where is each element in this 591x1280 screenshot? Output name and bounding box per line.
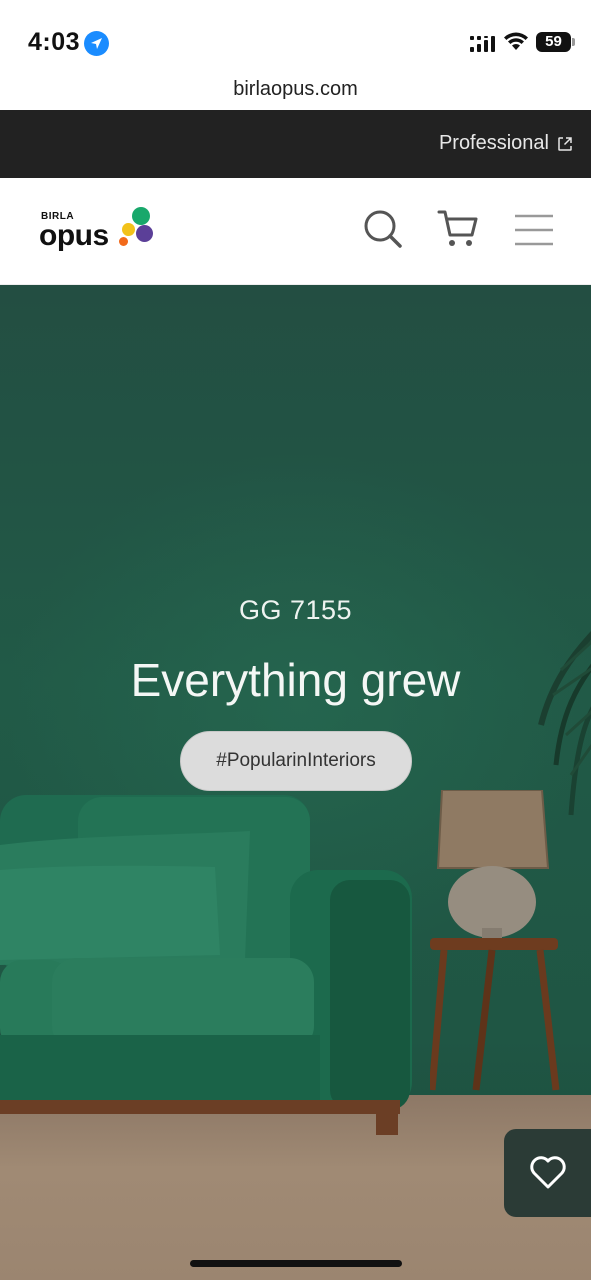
- hero-banner: GG 7155 Everything grew #PopularinInteri…: [0, 285, 591, 1280]
- url-bar[interactable]: birlaopus.com: [0, 74, 591, 110]
- menu-icon[interactable]: [514, 214, 554, 246]
- battery-icon: 59: [536, 32, 575, 52]
- hero-title: Everything grew: [130, 654, 461, 706]
- status-time: 4:03: [28, 28, 81, 56]
- heart-icon: [530, 1156, 566, 1189]
- sofa-image: [0, 795, 412, 1135]
- logo-dot-orange: [119, 237, 128, 246]
- logo-dot-green: [132, 207, 150, 225]
- logo-dot-yellow: [122, 223, 135, 236]
- cellular-signal-icon: [470, 36, 495, 52]
- professional-label: Professional: [438, 132, 549, 154]
- lamp-side-table-image: [430, 790, 560, 1091]
- site-header: BIRLA opus: [0, 178, 591, 285]
- favorite-button[interactable]: [504, 1129, 591, 1217]
- home-indicator[interactable]: [190, 1260, 402, 1267]
- cart-icon[interactable]: [437, 208, 479, 250]
- logo-brand-main: opus: [39, 219, 109, 252]
- location-arrow-icon: [84, 31, 109, 56]
- popular-tag-button[interactable]: #PopularinInteriors: [180, 731, 412, 791]
- professional-bar: Professional: [0, 110, 591, 178]
- wifi-icon: [504, 32, 528, 50]
- status-bar: 4:03 59: [0, 0, 591, 78]
- shade-code: GG 7155: [238, 595, 353, 625]
- search-icon[interactable]: [362, 208, 404, 250]
- external-link-icon: [558, 136, 572, 151]
- logo-dot-purple: [136, 225, 153, 242]
- professional-link[interactable]: Professional: [439, 132, 573, 155]
- birla-opus-logo[interactable]: BIRLA opus: [38, 203, 158, 259]
